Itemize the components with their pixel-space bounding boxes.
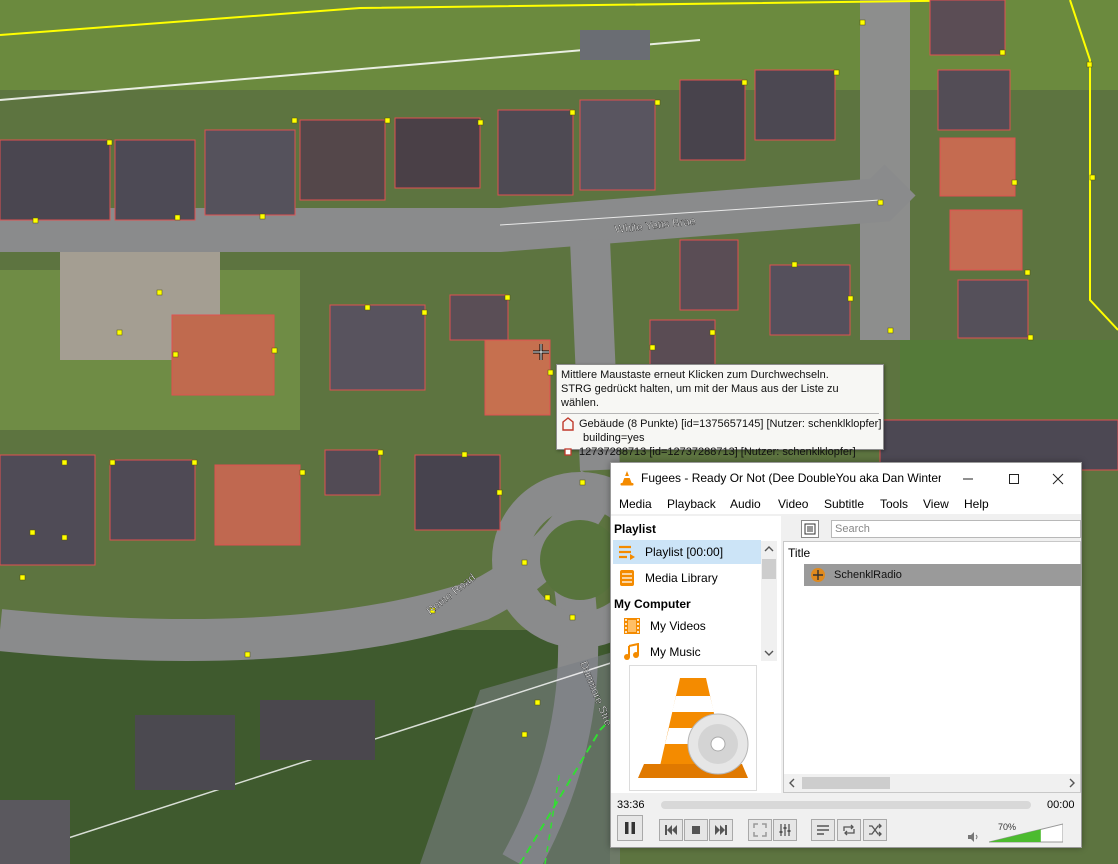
my-computer-section-header: My Computer: [614, 597, 691, 611]
sidebar-item-my-videos[interactable]: My Videos: [618, 614, 766, 638]
list-view-icon: [804, 523, 816, 535]
next-button[interactable]: [709, 819, 733, 841]
shuffle-button[interactable]: [863, 819, 887, 841]
sidebar-scrollbar[interactable]: [761, 541, 777, 661]
tooltip-building-tag: building=yes: [583, 432, 645, 444]
sidebar-item-playlist-label: Playlist [00:00]: [645, 545, 724, 559]
menu-video[interactable]: Video: [778, 497, 808, 511]
toggle-playlist-button[interactable]: [811, 819, 835, 841]
sidebar-item-media-library[interactable]: Media Library: [613, 566, 761, 590]
playlist-view-button[interactable]: [801, 520, 819, 538]
scroll-arrows-icon: [762, 546, 776, 656]
film-icon: [622, 616, 642, 636]
tooltip-node-entry[interactable]: 12737288713 [id=12737288713] [Nutzer: sc…: [561, 445, 879, 459]
menu-tools[interactable]: Tools: [880, 497, 908, 511]
playlist-search-input[interactable]: Search: [831, 520, 1081, 538]
speaker-icon[interactable]: [967, 831, 979, 843]
tooltip-building-text: Gebäude (8 Punkte) [id=1375657145] [Nutz…: [579, 418, 882, 430]
playlist-icon: [617, 542, 637, 562]
menu-view[interactable]: View: [923, 497, 949, 511]
loop-button[interactable]: [837, 819, 861, 841]
column-header-title[interactable]: Title: [788, 546, 810, 560]
hscroll-arrows-icon: [789, 777, 1075, 789]
seek-bar[interactable]: [661, 801, 1031, 809]
tooltip-hint-line-2: STRG gedrückt halten, um mit der Maus au…: [561, 383, 839, 409]
media-library-icon: [617, 568, 637, 588]
vlc-window[interactable]: Fugees - Ready Or Not (Dee DoubleYou aka…: [610, 462, 1082, 848]
album-art: [629, 665, 757, 791]
close-button[interactable]: [1035, 463, 1081, 494]
volume-wedge-icon: [988, 823, 1064, 843]
tooltip-node-text: 12737288713 [id=12737288713] [Nutzer: sc…: [579, 446, 856, 458]
equalizer-icon: [779, 824, 791, 836]
minimize-button[interactable]: [945, 463, 991, 494]
extended-settings-button[interactable]: [773, 819, 797, 841]
pause-icon: [625, 822, 635, 834]
maximize-button[interactable]: [991, 463, 1037, 494]
building-way-icon: [561, 417, 575, 431]
sidebar-item-media-library-label: Media Library: [645, 571, 718, 585]
vlc-cone-large-icon: [638, 678, 749, 778]
object-selection-tooltip: Mittlere Maustaste erneut Klicken zum Du…: [556, 364, 884, 458]
sidebar-item-my-videos-label: My Videos: [650, 619, 706, 633]
menu-audio[interactable]: Audio: [730, 497, 761, 511]
playlist-table: Title SchenklRadio: [783, 541, 1081, 793]
track-title: SchenklRadio: [834, 569, 902, 581]
music-note-icon: [622, 642, 642, 662]
time-elapsed: 33:36: [617, 799, 645, 811]
vlc-titlebar[interactable]: Fugees - Ready Or Not (Dee DoubleYou aka…: [611, 463, 1081, 494]
sidebar-item-playlist[interactable]: Playlist [00:00]: [613, 540, 761, 564]
pause-button[interactable]: [617, 815, 643, 841]
previous-button[interactable]: [659, 819, 683, 841]
menu-help[interactable]: Help: [964, 497, 989, 511]
node-icon: [561, 445, 575, 459]
stop-button[interactable]: [684, 819, 708, 841]
shuffle-icon: [869, 823, 882, 837]
minimize-icon: [963, 478, 973, 479]
vlc-cone-icon: [620, 471, 634, 486]
tooltip-building-entry[interactable]: Gebäude (8 Punkte) [id=1375657145] [Nutz…: [561, 417, 882, 431]
menu-subtitle[interactable]: Subtitle: [824, 497, 864, 511]
table-row[interactable]: SchenklRadio: [804, 564, 1081, 586]
fullscreen-button[interactable]: [748, 819, 772, 841]
skip-forward-icon: [715, 825, 727, 835]
close-icon: [1052, 473, 1064, 484]
skip-back-icon: [665, 825, 677, 835]
sidebar-item-my-music[interactable]: My Music: [618, 640, 766, 664]
playlist-section-header: Playlist: [614, 522, 657, 536]
maximize-icon: [1009, 473, 1019, 484]
vlc-menubar: Media Playback Audio Video Subtitle Tool…: [611, 494, 1081, 514]
vlc-window-title: Fugees - Ready Or Not (Dee DoubleYou aka…: [641, 471, 941, 485]
menu-media[interactable]: Media: [619, 497, 652, 511]
menu-playback[interactable]: Playback: [667, 497, 716, 511]
playlist-toggle-icon: [817, 825, 829, 835]
loop-icon: [843, 824, 855, 836]
volume-slider[interactable]: [988, 823, 1064, 843]
tooltip-hint-line-1: Mittlere Maustaste erneut Klicken zum Du…: [561, 369, 829, 381]
sidebar-item-my-music-label: My Music: [650, 645, 701, 659]
playlist-hscrollbar[interactable]: [784, 774, 1080, 792]
fullscreen-icon: [753, 823, 767, 837]
time-total: 00:00: [1047, 799, 1075, 811]
radio-stream-icon: [811, 568, 825, 582]
stop-icon: [692, 826, 700, 834]
